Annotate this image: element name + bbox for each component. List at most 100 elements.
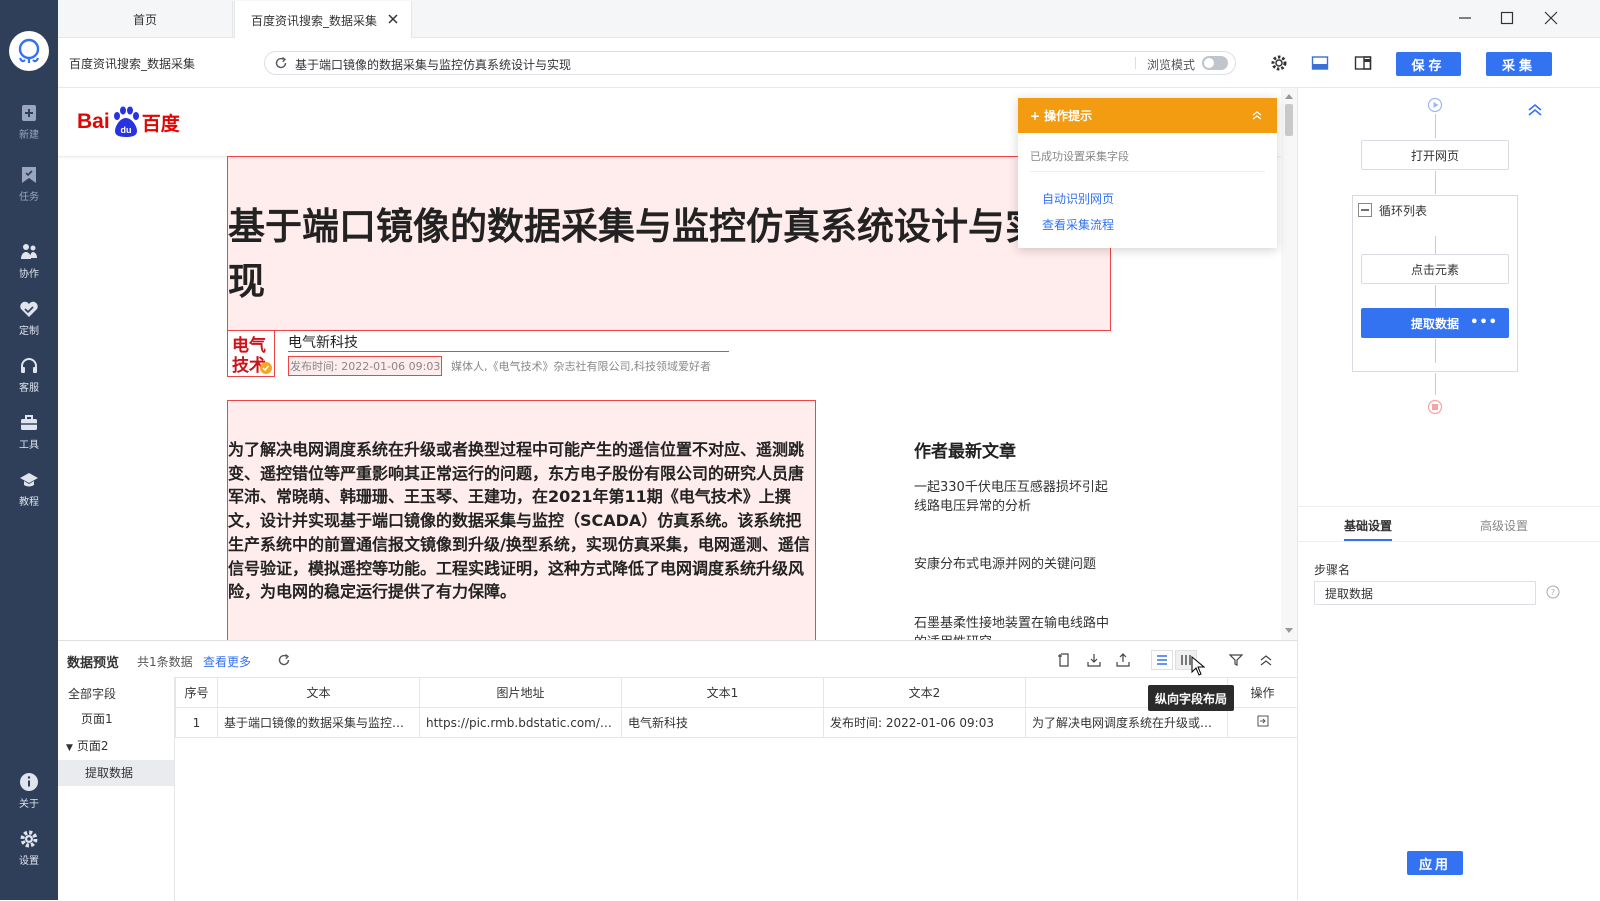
user-avatar-logo[interactable]: [9, 31, 49, 71]
tree-page-1[interactable]: 页面1: [58, 706, 174, 732]
add-field-button[interactable]: [1055, 651, 1073, 669]
chevron-up-icon[interactable]: [1251, 109, 1263, 121]
nav-task[interactable]: 任务: [0, 165, 58, 211]
author-name[interactable]: 电气新科技: [288, 332, 358, 352]
chevron-up-icon: [1260, 655, 1272, 666]
nav-custom[interactable]: 定制: [0, 299, 58, 345]
caret-down-icon: ▼: [66, 743, 73, 753]
author-logo-image: 电气 技术: [228, 331, 274, 376]
url-divider: [1135, 57, 1136, 69]
tab-home[interactable]: 首页: [58, 1, 233, 38]
author-highlight-line: [288, 351, 729, 352]
maximize-button[interactable]: [1495, 6, 1519, 30]
settings-gear-icon[interactable]: [1270, 54, 1288, 72]
click-element-label: 点击元素: [1410, 262, 1459, 277]
url-bar[interactable]: 基于端口镜像的数据采集与监控仿真系统设计与实现 浏览模式: [264, 51, 1236, 75]
extract-data-label: 提取数据: [1410, 316, 1459, 331]
nav-collab-label: 协作: [19, 269, 39, 280]
tree-extract-data[interactable]: 提取数据: [58, 760, 174, 786]
baidu-logo[interactable]: Bai du 百度: [77, 106, 180, 138]
browse-mode-toggle[interactable]: [1202, 56, 1228, 70]
collapse-panel-icon[interactable]: [1527, 102, 1543, 118]
article-title[interactable]: 基于端口镜像的数据采集与监控仿真系统设计与实现: [228, 199, 1068, 309]
tab-basic-settings[interactable]: 基础设置: [1344, 517, 1392, 534]
step-name-input[interactable]: [1314, 581, 1536, 605]
nav-service[interactable]: 客服: [0, 356, 58, 402]
layout-side-panel-icon[interactable]: [1354, 54, 1372, 72]
auto-detect-link[interactable]: 自动识别网页: [1042, 190, 1114, 207]
close-window-button[interactable]: [1539, 6, 1563, 30]
tab-advanced-settings[interactable]: 高级设置: [1480, 517, 1528, 534]
field-tree: 全部字段 页面1 ▼ 页面2 提取数据: [58, 677, 175, 901]
col-header-text[interactable]: 文本: [217, 677, 420, 708]
author-avatar[interactable]: 电气 技术: [227, 330, 275, 377]
cell-text2[interactable]: 发布时间: 2022-01-06 09:03: [823, 707, 1026, 738]
flow-node-extract-data[interactable]: 提取数据 •••: [1361, 308, 1509, 338]
table-row[interactable]: 1 基于端口镜像的数据采集与监控仿真系统设计与实现 https://pic.rm…: [175, 707, 1298, 738]
nav-new[interactable]: 新建: [0, 103, 58, 149]
tips-header[interactable]: + 操作提示: [1018, 98, 1277, 133]
new-task-icon: [22, 105, 36, 121]
article-body[interactable]: 为了解决电网调度系统在升级或者换型过程中可能产生的遥信位置不对应、遥测跳变、遥控…: [228, 438, 816, 604]
refresh-icon[interactable]: [277, 653, 291, 667]
collapse-preview-button[interactable]: [1257, 651, 1275, 669]
scroll-thumb[interactable]: [1285, 104, 1293, 136]
nav-collab[interactable]: 协作: [0, 242, 58, 288]
scroll-down-arrow-icon[interactable]: [1285, 628, 1293, 633]
browser-toolbar: 百度资讯搜索_数据采集 基于端口镜像的数据采集与监控仿真系统设计与实现 浏览模式…: [58, 38, 1600, 88]
save-button[interactable]: 保存: [1396, 52, 1461, 76]
flow-node-open-page[interactable]: 打开网页: [1361, 140, 1509, 170]
view-more-link[interactable]: 查看更多: [203, 653, 251, 670]
nav-about[interactable]: 关于: [0, 772, 58, 818]
filter-icon: [1229, 654, 1243, 666]
minimize-button[interactable]: [1453, 6, 1477, 30]
tutorial-cap-icon: [20, 473, 38, 487]
add-field-icon: [1058, 653, 1069, 667]
view-workflow-link[interactable]: 查看采集流程: [1042, 216, 1114, 233]
flow-connector: [1435, 373, 1436, 395]
collect-button[interactable]: 采集: [1486, 52, 1552, 76]
col-header-text2[interactable]: 文本2: [823, 677, 1026, 708]
flow-node-loop-list[interactable]: 循环列表 点击元素 提取数据 •••: [1352, 195, 1518, 372]
collapse-minus-icon[interactable]: [1358, 203, 1372, 217]
cell-index: 1: [175, 707, 218, 738]
export-button[interactable]: [1114, 651, 1132, 669]
nav-settings[interactable]: 设置: [0, 829, 58, 875]
active-tab-indicator: [1344, 539, 1392, 541]
horizontal-layout-button[interactable]: [1151, 650, 1173, 670]
close-window-icon: [1544, 11, 1558, 25]
cell-text[interactable]: 基于端口镜像的数据采集与监控仿真系统设计与实现: [217, 707, 420, 738]
filter-button[interactable]: [1227, 651, 1245, 669]
col-header-index[interactable]: 序号: [175, 677, 218, 708]
apply-button-label: 应用: [1418, 857, 1451, 873]
flow-connector: [1435, 236, 1436, 256]
scroll-up-arrow-icon[interactable]: [1285, 94, 1293, 99]
tree-page-2[interactable]: ▼ 页面2: [58, 733, 174, 759]
close-tab-icon[interactable]: [387, 13, 399, 25]
url-text[interactable]: 基于端口镜像的数据采集与监控仿真系统设计与实现: [295, 56, 571, 73]
cell-image-url[interactable]: https://pic.rmb.bdstatic.com/9b5e...: [419, 707, 622, 738]
publish-time[interactable]: 发布时间: 2022-01-06 09:03: [288, 356, 443, 376]
flow-connector: [1435, 285, 1436, 307]
flow-node-click-element[interactable]: 点击元素: [1361, 254, 1509, 284]
cell-text3[interactable]: 为了解决电网调度系统在升级或者...: [1025, 707, 1228, 738]
recent-article-link[interactable]: 石墨基柔性接地装置在输电线路中的适用性研究: [914, 614, 1114, 640]
cell-text1[interactable]: 电气新科技: [621, 707, 824, 738]
col-header-text1[interactable]: 文本1: [621, 677, 824, 708]
nav-tutorial[interactable]: 教程: [0, 470, 58, 516]
col-header-image-url[interactable]: 图片地址: [419, 677, 622, 708]
nav-tools[interactable]: 工具: [0, 413, 58, 459]
tab-active-task[interactable]: 百度资讯搜索_数据采集: [234, 1, 412, 39]
help-icon[interactable]: ?: [1546, 585, 1560, 599]
recent-article-link[interactable]: 安康分布式电源并网的关键问题: [914, 555, 1114, 574]
row-action-icon[interactable]: [1257, 715, 1269, 727]
import-button[interactable]: [1085, 651, 1103, 669]
layout-bottom-panel-icon[interactable]: [1311, 54, 1329, 72]
page-scrollbar[interactable]: [1281, 88, 1297, 640]
recent-article-link[interactable]: 一起330千伏电压互感器损坏引起线路电压异常的分析: [914, 478, 1114, 516]
flow-start-icon: [1427, 97, 1443, 113]
apply-button[interactable]: 应用: [1407, 851, 1463, 875]
refresh-icon[interactable]: [274, 56, 288, 70]
tree-all-fields[interactable]: 全部字段: [58, 681, 174, 707]
more-options-icon[interactable]: •••: [1470, 315, 1498, 330]
